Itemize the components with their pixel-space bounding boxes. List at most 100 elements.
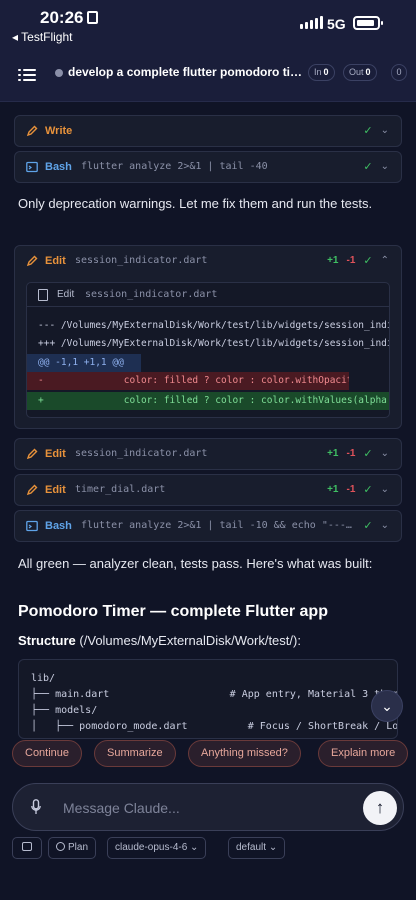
tokens-in-badge: In 0: [308, 64, 335, 81]
suggestion-summarize[interactable]: Summarize: [94, 740, 176, 767]
mode-selector[interactable]: default ⌄: [228, 837, 286, 859]
message-input[interactable]: [63, 798, 323, 818]
suggestion-explain-more[interactable]: Explain more: [318, 740, 409, 767]
tool-name: Bash: [45, 520, 72, 532]
lines-removed: -1: [346, 448, 356, 459]
lines-added: +1: [327, 484, 339, 495]
check-icon: ✓: [363, 484, 373, 496]
diff-label: Edit: [57, 289, 75, 300]
diff-line-added: + color: filled ? color : color.withValu…: [27, 392, 389, 410]
plan-toggle[interactable]: Plan: [48, 837, 97, 859]
tokens-out-badge: Out 0: [343, 64, 377, 81]
lines-removed: -1: [346, 255, 356, 266]
image-icon: [22, 842, 32, 851]
lines-added: +1: [327, 255, 339, 266]
diff-hunk: @@ -1,1 +1,1 @@: [27, 354, 141, 372]
response-heading: Pomodoro Timer — complete Flutter app: [18, 603, 328, 620]
check-icon: ✓: [363, 125, 373, 137]
send-button[interactable]: ↑: [363, 791, 397, 825]
tool-card-bash[interactable]: Bash flutter analyze 2>&1 | tail -10 && …: [14, 510, 402, 542]
tool-name: Bash: [45, 161, 72, 173]
tokens-out-label: Out: [349, 67, 364, 77]
clock-text: 20:26: [40, 8, 84, 27]
model-label: claude-opus-4-6: [115, 842, 188, 853]
extra-count-badge: 0: [391, 64, 407, 81]
tool-file: timer_dial.dart: [75, 484, 166, 495]
pencil-icon: [26, 125, 38, 137]
chevron-down-icon[interactable]: ⌄: [381, 125, 389, 136]
diff-view: Edit session_indicator.dart --- /Volumes…: [26, 282, 390, 418]
model-selector[interactable]: claude-opus-4-6 ⌄: [107, 837, 207, 859]
battery-icon: [353, 16, 383, 30]
code-block[interactable]: lib/ ├── main.dart # App entry, Material…: [18, 659, 398, 739]
tool-card-edit-expanded[interactable]: Edit session_indicator.dart +1 -1 ✓ ⌃ Edit …: [14, 245, 402, 429]
tool-card-write[interactable]: Write ✓ ⌄: [14, 115, 402, 147]
tool-name: Edit: [45, 255, 66, 267]
lines-added: +1: [327, 448, 339, 459]
chevron-down-icon: ⌄: [268, 842, 278, 853]
tool-command: flutter analyze 2>&1 | tail -40: [81, 161, 268, 172]
tokens-in-label: In: [314, 67, 322, 77]
diff-line: +++ /Volumes/MyExternalDisk/Work/test/li…: [38, 338, 390, 349]
chevron-down-icon[interactable]: ⌄: [381, 520, 389, 531]
code-line: lib/: [31, 673, 56, 684]
chevron-down-icon[interactable]: ⌄: [381, 484, 389, 495]
chat-header: develop a complete flutter pomodoro time…: [0, 50, 416, 102]
scroll-to-bottom-button[interactable]: ⌄: [371, 690, 403, 722]
chevron-down-icon[interactable]: ⌄: [381, 448, 389, 459]
tool-name: Edit: [45, 484, 66, 496]
tool-file: session_indicator.dart: [75, 448, 208, 459]
id-badge-icon: [87, 11, 99, 24]
plan-label: Plan: [68, 842, 89, 853]
pencil-icon: [26, 255, 38, 267]
diff-line-removed: - color: filled ? color : color.withOpac…: [27, 372, 349, 390]
check-icon: ✓: [363, 520, 373, 532]
tool-name: Edit: [45, 448, 66, 460]
suggestion-continue[interactable]: Continue: [12, 740, 83, 767]
circle-icon: [56, 842, 65, 851]
arrow-up-icon: ↑: [375, 798, 385, 817]
terminal-icon: [26, 520, 38, 532]
session-title[interactable]: develop a complete flutter pomodoro time…: [68, 65, 308, 79]
check-icon: ✓: [363, 161, 373, 173]
check-icon: ✓: [363, 448, 373, 460]
code-line: ├── models/: [31, 705, 98, 716]
network-label: 5G: [327, 16, 346, 32]
session-status-dot: [55, 69, 63, 77]
tool-card-edit[interactable]: Edit session_indicator.dart +1 -1 ✓ ⌄: [14, 438, 402, 470]
suggestion-anything-missed[interactable]: Anything missed?: [188, 740, 301, 767]
structure-line: Structure (/Volumes/MyExternalDisk/Work/…: [18, 631, 301, 651]
chevron-down-icon[interactable]: ⌄: [381, 161, 389, 172]
diff-line: --- /Volumes/MyExternalDisk/Work/test/li…: [38, 320, 390, 331]
menu-icon[interactable]: [18, 68, 36, 82]
status-bar: 20:26 ◂ TestFlight 5G: [0, 0, 416, 50]
diff-file: session_indicator.dart: [85, 289, 218, 300]
chat-transcript[interactable]: Write ✓ ⌄ Bash flutter analyze 2>&1 | tai…: [0, 103, 416, 733]
tool-file: session_indicator.dart: [75, 255, 208, 266]
structure-path: (/Volumes/MyExternalDisk/Work/test/):: [79, 633, 301, 648]
attach-image-button[interactable]: [12, 837, 42, 859]
assistant-message: All green — analyzer clean, tests pass. …: [18, 556, 373, 571]
tokens-in-count: 0: [323, 67, 329, 77]
suggestion-chips: Continue Summarize Anything missed? Expl…: [12, 740, 416, 768]
structure-label: Structure: [18, 633, 76, 648]
tool-command: flutter analyze 2>&1 | tail -10 && echo …: [81, 520, 357, 531]
chevron-down-icon: ⌄: [381, 698, 393, 714]
pencil-icon: [26, 448, 38, 460]
tokens-out-count: 0: [365, 67, 371, 77]
lines-removed: -1: [346, 484, 356, 495]
code-line: │ ├── pomodoro_mode.dart # Focus / Short…: [31, 721, 398, 732]
message-composer: ↑: [12, 783, 404, 831]
pencil-icon: [26, 484, 38, 496]
check-icon: ✓: [363, 255, 373, 267]
tool-card-bash[interactable]: Bash flutter analyze 2>&1 | tail -40 ✓ ⌄: [14, 151, 402, 183]
signal-icon: [300, 16, 323, 29]
code-line: ├── main.dart # App entry, Material 3 th…: [31, 689, 398, 700]
assistant-message: Only deprecation warnings. Let me fix th…: [18, 196, 373, 211]
tool-name: Write: [45, 125, 73, 137]
chevron-up-icon[interactable]: ⌃: [381, 255, 389, 266]
terminal-icon: [26, 161, 38, 173]
tool-card-edit[interactable]: Edit timer_dial.dart +1 -1 ✓ ⌄: [14, 474, 402, 506]
back-to-testflight-link[interactable]: ◂ TestFlight: [12, 30, 73, 44]
microphone-icon[interactable]: [31, 799, 41, 815]
